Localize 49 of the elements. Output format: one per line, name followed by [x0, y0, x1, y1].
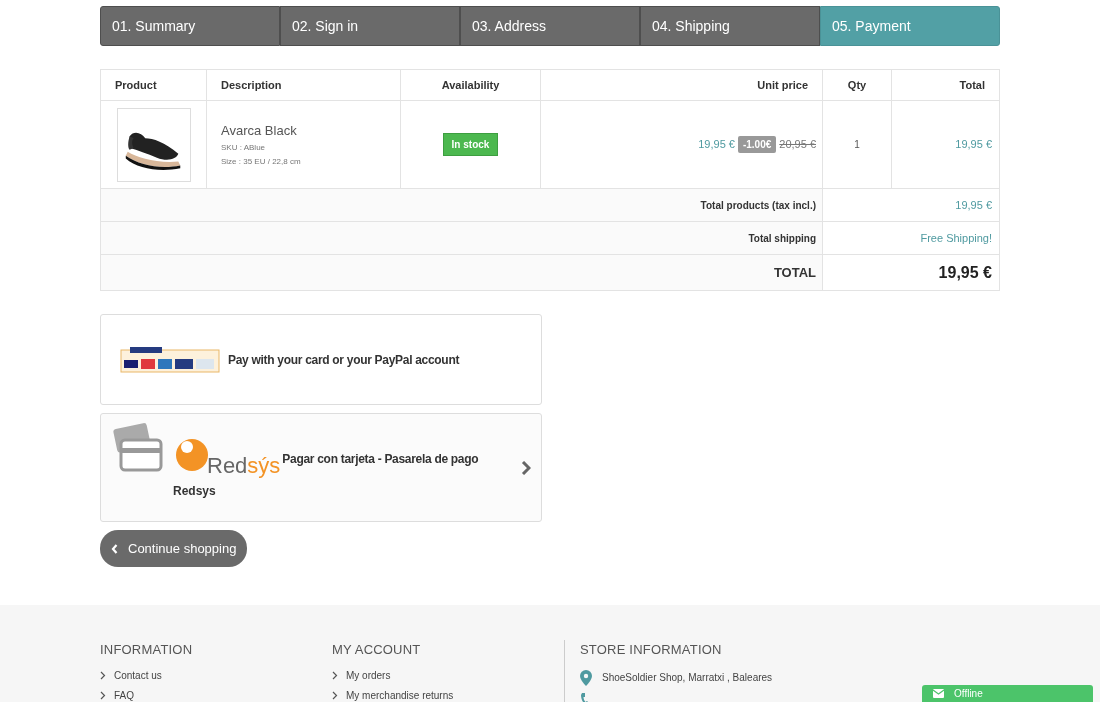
redsys-logo-text: Redsýs	[207, 454, 281, 478]
payment-name: Redsys	[173, 483, 217, 500]
credit-card-icon	[111, 422, 163, 474]
chevron-right-icon	[521, 460, 531, 475]
line-total: 19,95 €	[955, 137, 992, 153]
summary-value: 19,95 €	[955, 197, 992, 213]
summary-label: TOTAL	[773, 263, 816, 282]
envelope-icon	[933, 689, 944, 698]
product-name[interactable]: Avarca Black	[221, 120, 386, 141]
summary-value: 19,95 €	[938, 262, 992, 283]
summary-value: Free Shipping!	[920, 230, 992, 246]
column-header: Availability	[401, 70, 541, 100]
quantity: 1	[854, 138, 860, 152]
column-header: Description	[207, 70, 401, 100]
payment-option[interactable]: Redsýs Redsys Pagar con tarjeta - Pasarela de pago	[100, 413, 542, 522]
chevron-left-icon	[111, 543, 118, 554]
product-size: Size : 35 EU / 22,8 cm	[221, 156, 302, 169]
product-sku: SKU : ABlue	[221, 142, 267, 155]
column-header: Total	[958, 77, 986, 93]
summary-label: Total shipping	[748, 231, 816, 246]
column-header: Qty	[823, 70, 892, 100]
paypal-cards-logo-icon	[120, 345, 220, 374]
footer-heading: STORE INFORMATION	[580, 641, 723, 659]
old-price: 20,95 €	[779, 137, 816, 153]
footer-link[interactable]: My orders	[346, 667, 391, 683]
chat-status: Offline	[954, 689, 983, 699]
payment-option[interactable]: Pay with your card or your PayPal account	[100, 314, 542, 405]
checkout-step[interactable]: 03. Address	[460, 6, 640, 46]
checkout-step[interactable]: 02. Sign in	[280, 6, 460, 46]
continue-shopping-button[interactable]: Continue shopping	[100, 530, 248, 567]
store-address: ShoeSoldier Shop, Marratxi , Baleares	[602, 671, 773, 685]
summary-label: Total products (tax incl.)	[700, 198, 816, 213]
footer-link[interactable]: FAQ	[114, 687, 134, 702]
footer-heading: INFORMATION	[100, 641, 194, 659]
footer-heading: MY ACCOUNT	[332, 641, 422, 659]
column-header: Product	[101, 70, 207, 100]
payment-option-label: Pagar con tarjeta - Pasarela de pago	[282, 451, 479, 468]
phone-icon	[580, 692, 590, 702]
checkout-step[interactable]: 04. Shipping	[640, 6, 820, 46]
map-pin-icon	[580, 669, 592, 686]
price: 19,95 €	[698, 137, 735, 153]
footer-link[interactable]: My merchandise returns	[346, 687, 454, 702]
column-header: Unit price	[541, 70, 823, 100]
stock-badge: In stock	[442, 133, 499, 156]
payment-option-label: Pay with your card or your PayPal account	[228, 351, 460, 369]
redsys-logo-icon	[175, 438, 209, 472]
checkout-step[interactable]: 01. Summary	[100, 6, 280, 46]
footer-link[interactable]: Contact us	[114, 667, 162, 683]
discount-badge: -1.00€	[737, 136, 777, 153]
